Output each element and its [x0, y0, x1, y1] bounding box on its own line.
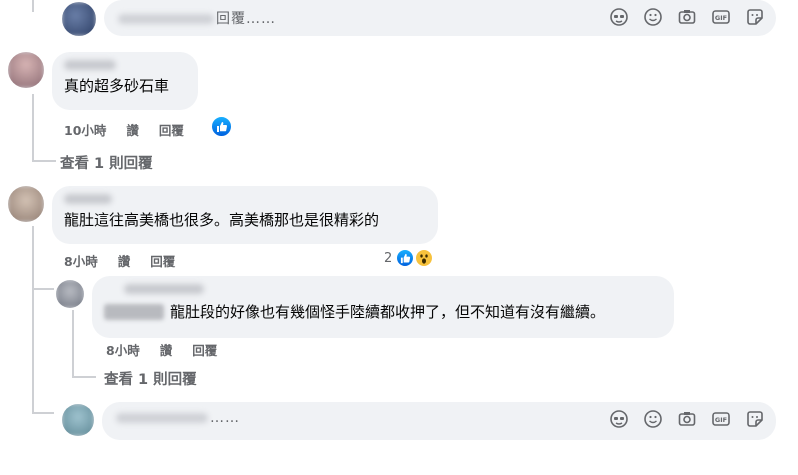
reply-text: 龍肚段的好像也有幾個怪手陸續都收押了，但不知道有沒有繼續。: [170, 303, 606, 321]
comment-actions: 10小時 讚 回覆: [64, 120, 184, 139]
reaction-count[interactable]: 2: [384, 251, 392, 266]
avatar: [8, 186, 44, 222]
like-reaction-icon[interactable]: [395, 248, 415, 268]
composer-placeholder: ……: [116, 410, 240, 426]
comment-timestamp: 10小時: [64, 123, 107, 138]
comment-timestamp: 8小時: [64, 254, 98, 269]
reply-composer[interactable]: 回覆…… GIF: [104, 0, 776, 36]
comment-bubble: 龍肚這往高美橋也很多。高美橋那也是很精彩的: [52, 186, 438, 244]
thread-line: [72, 310, 74, 378]
thread-line: [32, 94, 34, 162]
like-reaction-icon[interactable]: [210, 115, 233, 138]
reply-composer[interactable]: …… GIF: [102, 402, 776, 440]
camera-icon[interactable]: [676, 6, 698, 28]
thread-line: [32, 160, 56, 162]
camera-icon[interactable]: [676, 408, 698, 430]
avatar: [62, 2, 96, 36]
svg-text:GIF: GIF: [715, 416, 727, 424]
sticker-icon[interactable]: [744, 6, 766, 28]
like-button[interactable]: 讚: [160, 340, 173, 359]
emoji-icon[interactable]: [642, 6, 664, 28]
reply-author-name: [104, 304, 164, 320]
reply-button[interactable]: 回覆: [159, 120, 184, 139]
thread-line: [32, 412, 54, 414]
wow-reaction-icon[interactable]: [414, 248, 434, 268]
thread-line: [32, 0, 34, 12]
gif-icon[interactable]: GIF: [710, 408, 732, 430]
view-replies-link[interactable]: 查看 1 則回覆: [60, 152, 153, 173]
thread-line: [72, 376, 96, 378]
reply-button[interactable]: 回覆: [192, 340, 217, 359]
like-button[interactable]: 讚: [118, 251, 131, 270]
thread-line: [32, 226, 34, 414]
like-button[interactable]: 讚: [126, 120, 139, 139]
sticker-face-icon[interactable]: [608, 408, 630, 430]
avatar: [8, 52, 44, 88]
sticker-face-icon[interactable]: [608, 6, 630, 28]
sticker-icon[interactable]: [744, 408, 766, 430]
thread-line: [32, 288, 54, 290]
reply-timestamp: 8小時: [106, 343, 140, 358]
emoji-icon[interactable]: [642, 408, 664, 430]
reply-button[interactable]: 回覆: [150, 251, 175, 270]
comment-text: 真的超多砂石車: [64, 77, 170, 95]
composer-placeholder: 回覆……: [118, 8, 276, 28]
view-replies-link[interactable]: 查看 1 則回覆: [104, 368, 197, 389]
gif-icon[interactable]: GIF: [710, 6, 732, 28]
comment-bubble: 真的超多砂石車: [52, 52, 198, 110]
reply-actions: 8小時 讚 回覆: [106, 340, 217, 359]
avatar: [56, 280, 84, 308]
reply-bubble: 龍肚段的好像也有幾個怪手陸續都收押了，但不知道有沒有繼續。: [92, 276, 674, 338]
svg-text:GIF: GIF: [715, 14, 727, 22]
comment-text: 龍肚這往高美橋也很多。高美橋那也是很精彩的: [64, 211, 380, 229]
avatar: [62, 404, 94, 436]
comment-actions: 8小時 讚 回覆: [64, 251, 175, 270]
